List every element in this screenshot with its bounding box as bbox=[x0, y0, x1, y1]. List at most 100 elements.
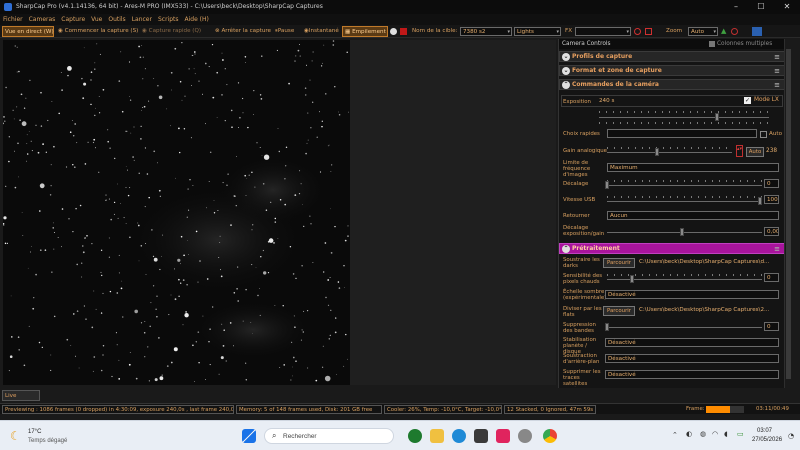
search-box[interactable]: ⌕ Rechercher bbox=[264, 428, 394, 444]
exp-gain-offset-value[interactable]: 0,00 bbox=[764, 227, 779, 236]
scrollbar-thumb[interactable] bbox=[786, 49, 791, 379]
framerate-select[interactable]: Maximum bbox=[607, 163, 779, 172]
star bbox=[187, 188, 189, 190]
offset-value[interactable]: 0 bbox=[764, 179, 779, 188]
live-view-button[interactable]: Vue en direct (W) bbox=[2, 26, 54, 37]
tray-app-icon[interactable]: ◍ bbox=[700, 430, 706, 438]
gain-auto-button[interactable]: Auto bbox=[746, 147, 764, 157]
star bbox=[151, 229, 153, 231]
stabilization-select[interactable]: Désactivé bbox=[605, 338, 779, 347]
wifi-icon[interactable]: ◠ bbox=[712, 430, 718, 438]
clock-date[interactable]: 27/05/2026 bbox=[752, 437, 782, 443]
fx-select[interactable] bbox=[575, 27, 631, 36]
hot-pixel-thumb[interactable] bbox=[630, 275, 634, 283]
focus-icon[interactable] bbox=[731, 28, 738, 35]
usb-speed-value[interactable]: 100 bbox=[764, 195, 779, 204]
offset-slider-thumb[interactable] bbox=[605, 181, 609, 189]
pin-icon[interactable] bbox=[752, 27, 762, 36]
star bbox=[309, 79, 311, 81]
pause-button[interactable]: ⏸Pause bbox=[273, 26, 301, 37]
section-camera-controls[interactable]: ⌃ Commandes de la caméra ≡ bbox=[559, 79, 784, 90]
menu-icon[interactable]: ≡ bbox=[772, 67, 782, 75]
app-icon-green[interactable] bbox=[408, 429, 422, 443]
menu-cameras[interactable]: Cameras bbox=[26, 14, 59, 25]
menu-view[interactable]: Vue bbox=[88, 14, 105, 25]
menu-scripts[interactable]: Scripts bbox=[155, 14, 182, 25]
menu-help[interactable]: Aide (H) bbox=[182, 14, 212, 25]
star bbox=[248, 174, 250, 176]
menu-icon[interactable]: ≡ bbox=[772, 245, 782, 253]
star bbox=[125, 186, 127, 188]
stop-capture-button[interactable]: ⊗ Arrêter la capture bbox=[213, 26, 271, 37]
record-icon[interactable] bbox=[390, 28, 397, 35]
hot-pixel-value[interactable]: 0 bbox=[764, 273, 779, 282]
crosshair-icon[interactable] bbox=[634, 28, 641, 35]
satellite-trails-select[interactable]: Désactivé bbox=[605, 370, 779, 379]
section-preprocessing[interactable]: ⌃ Prétraitement ≡ bbox=[559, 243, 784, 254]
live-stacking-tab[interactable]: Live Stacking bbox=[2, 390, 40, 409]
stacking-button[interactable]: ▦ Empilement bbox=[342, 26, 388, 37]
usb-speed-slider[interactable] bbox=[607, 201, 762, 202]
gain-slider[interactable] bbox=[607, 152, 732, 153]
bg-subtraction-select[interactable]: Désactivé bbox=[605, 354, 779, 363]
exp-gain-offset-slider[interactable] bbox=[607, 232, 762, 233]
usb-speed-thumb[interactable] bbox=[758, 197, 762, 205]
multi-columns-checkbox[interactable] bbox=[709, 41, 715, 47]
banding-value[interactable]: 0 bbox=[764, 322, 779, 331]
dark-scale-select[interactable]: Désactivé bbox=[605, 290, 779, 299]
close-icon[interactable]: ✕ bbox=[775, 0, 799, 14]
exp-gain-offset-thumb[interactable] bbox=[680, 228, 684, 236]
section-format[interactable]: ⌄ Format et zone de capture ≡ bbox=[559, 65, 784, 76]
histogram-icon[interactable]: ▲ bbox=[721, 28, 728, 35]
tray-app-icon[interactable]: ◐ bbox=[686, 430, 692, 438]
menu-capture[interactable]: Capture bbox=[58, 14, 88, 25]
quick-capture-button[interactable]: ◉ Capture rapide (Q) bbox=[140, 26, 212, 37]
quick-choices-select[interactable] bbox=[607, 129, 757, 138]
lx-mode-checkbox[interactable]: ✓ bbox=[744, 97, 751, 104]
exposure-label: Exposition bbox=[563, 99, 591, 105]
weather-icon[interactable]: ☾ bbox=[10, 429, 24, 443]
clock-time[interactable]: 03:07 bbox=[757, 428, 772, 434]
menu-icon[interactable]: ≡ bbox=[772, 81, 782, 89]
gain-stepper[interactable]: ▴▾ bbox=[736, 145, 743, 157]
star bbox=[140, 322, 143, 324]
target-name-select[interactable]: 7380 s2 bbox=[460, 27, 512, 36]
chrome-icon[interactable] bbox=[543, 429, 557, 443]
battery-icon[interactable]: ▭ bbox=[737, 430, 744, 438]
flats-browse-button[interactable]: Parcourir bbox=[603, 306, 635, 316]
windows-start-icon[interactable] bbox=[242, 429, 256, 443]
panel-scrollbar[interactable] bbox=[784, 39, 792, 388]
sharpcap-taskbar-icon[interactable] bbox=[518, 429, 532, 443]
offset-slider[interactable] bbox=[607, 185, 762, 186]
frame-type-select[interactable]: Lights bbox=[514, 27, 561, 36]
section-capture-profiles[interactable]: ⌄ Profils de capture ≡ bbox=[559, 51, 784, 62]
flip-select[interactable]: Aucun bbox=[607, 211, 779, 220]
banding-thumb[interactable] bbox=[605, 323, 609, 331]
darks-browse-button[interactable]: Parcourir bbox=[603, 258, 635, 268]
edge-icon[interactable] bbox=[452, 429, 466, 443]
start-capture-button[interactable]: ◉ Commencer la capture (S) bbox=[56, 26, 138, 37]
volume-icon[interactable]: ◖ bbox=[724, 430, 728, 438]
zoom-select[interactable]: Auto bbox=[688, 27, 718, 36]
exposure-value[interactable]: 240 s bbox=[597, 97, 639, 106]
tray-chevron-icon[interactable]: ⌃ bbox=[672, 431, 678, 439]
menu-launch[interactable]: Lancer bbox=[129, 14, 155, 25]
maximize-icon[interactable]: ☐ bbox=[749, 0, 773, 14]
notifications-icon[interactable]: ◔ bbox=[788, 432, 794, 440]
file-explorer-icon[interactable] bbox=[430, 429, 444, 443]
gain-slider-thumb[interactable] bbox=[655, 148, 659, 156]
terminal-icon[interactable] bbox=[474, 429, 488, 443]
app-icon-pink[interactable] bbox=[496, 429, 510, 443]
weather-temp[interactable]: 17°C bbox=[28, 429, 41, 435]
exposure-slider[interactable] bbox=[599, 117, 769, 118]
menu-file[interactable]: Fichier bbox=[0, 14, 26, 25]
menu-tools[interactable]: Outils bbox=[105, 14, 128, 25]
menu-icon[interactable]: ≡ bbox=[772, 53, 782, 61]
exposure-slider-thumb[interactable] bbox=[715, 113, 719, 121]
snapshot-button[interactable]: ◉Instantané bbox=[302, 26, 340, 37]
auto-checkbox[interactable] bbox=[760, 131, 767, 138]
live-image-view[interactable] bbox=[3, 40, 350, 385]
reticle-icon[interactable] bbox=[645, 28, 652, 35]
minimize-icon[interactable]: – bbox=[724, 0, 748, 14]
banding-slider[interactable] bbox=[607, 327, 762, 328]
